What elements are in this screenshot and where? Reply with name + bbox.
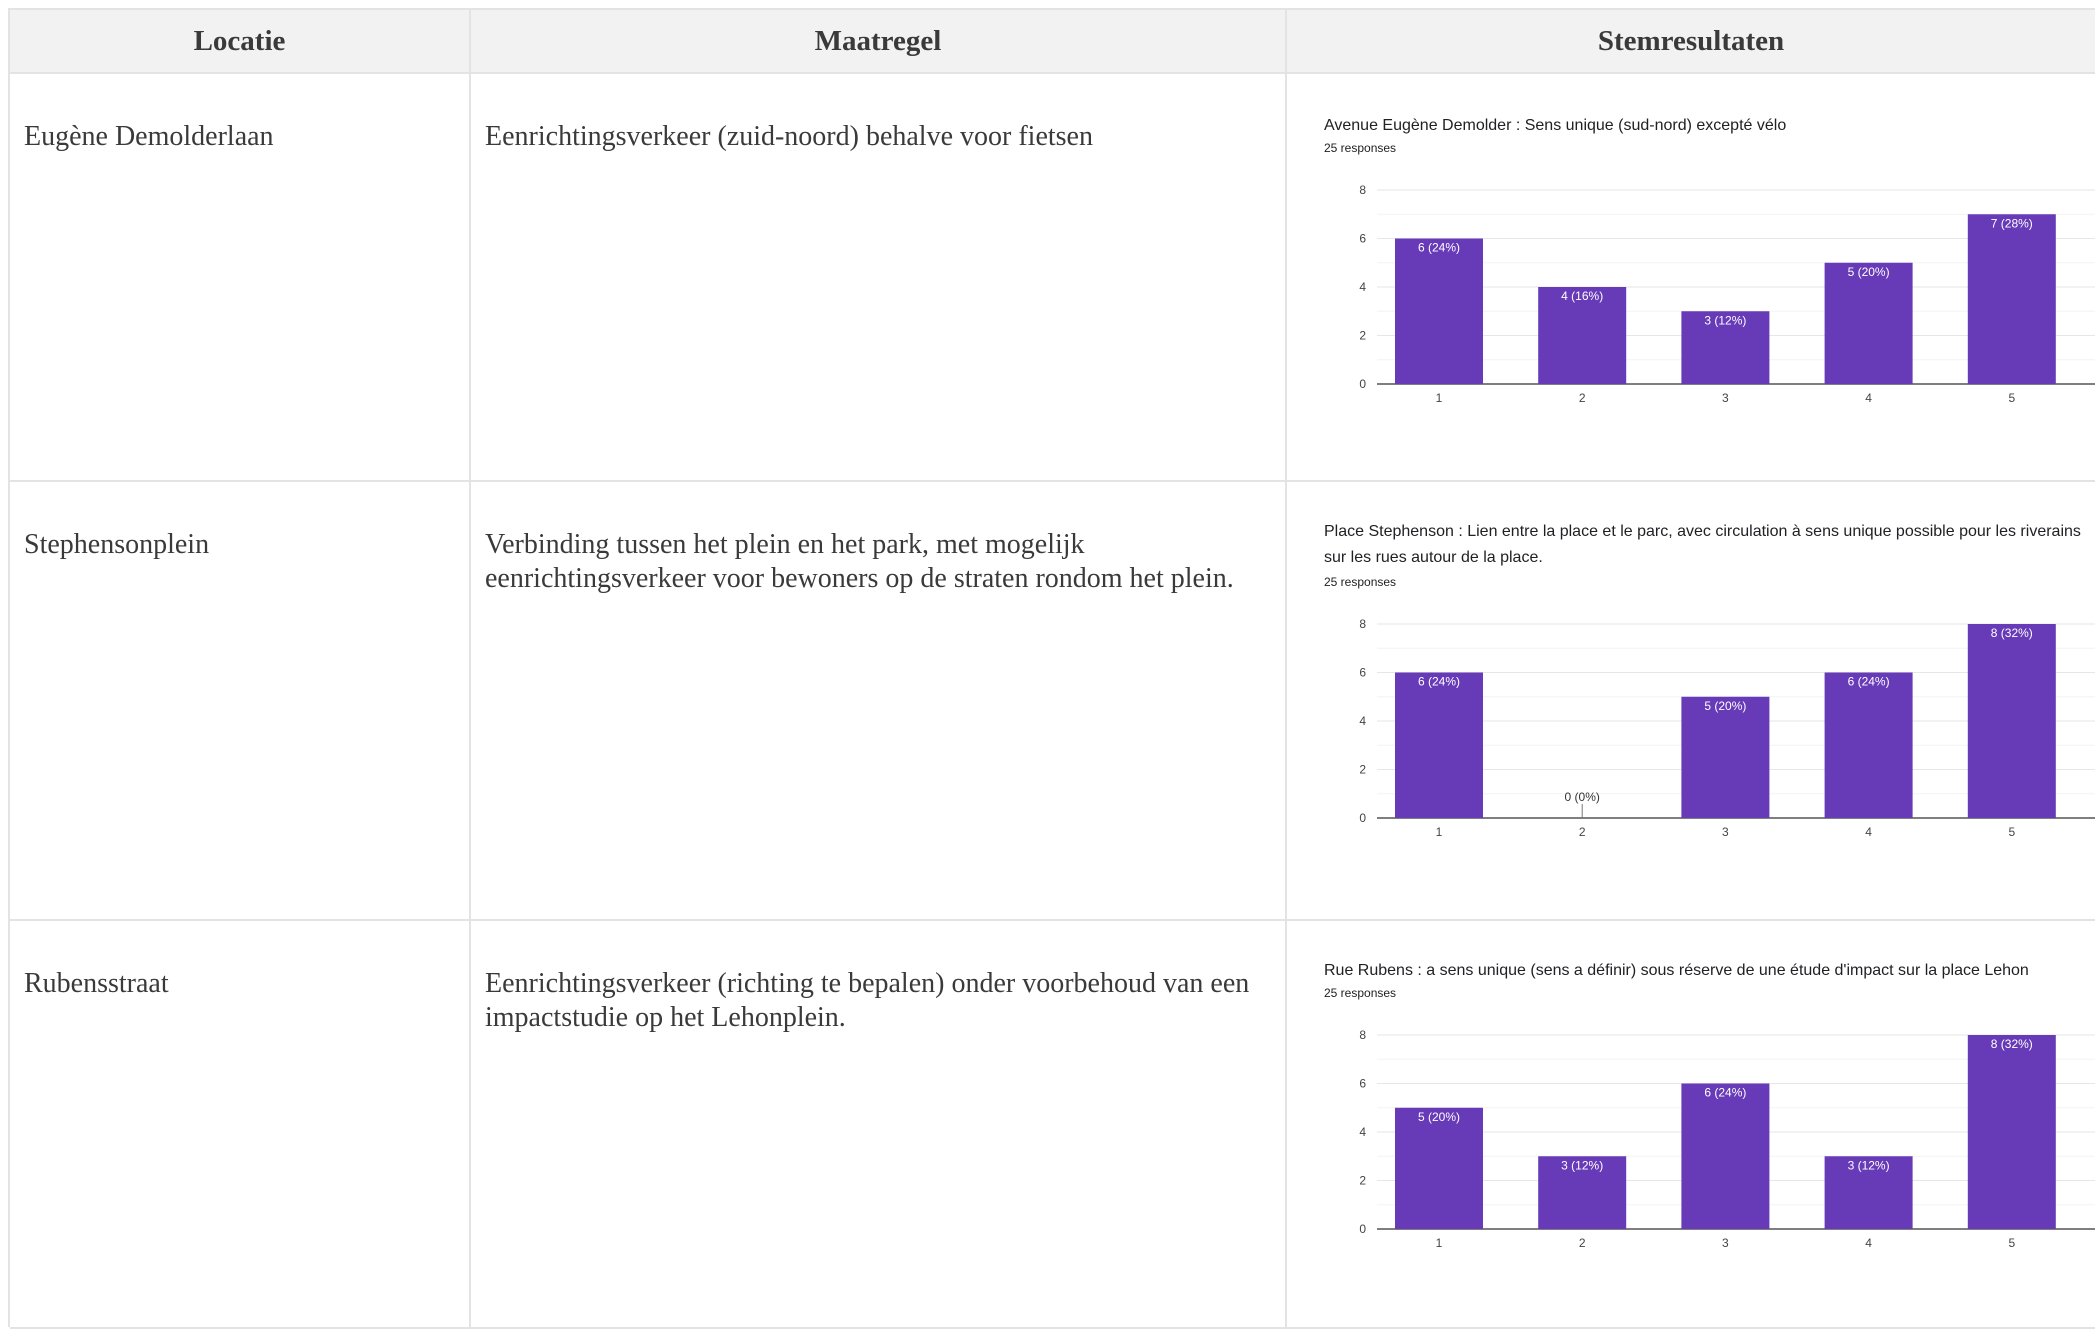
row-3-locatie: Rubensstraat xyxy=(10,921,471,1329)
bar-value-label: 5 (20%) xyxy=(1704,699,1746,713)
bar-chart: 0 2 4 6 8 5 (20%) 1 3 (12%) 2 6 (24%) 3 3 (12%) 4 8 (… xyxy=(1359,1028,2095,1250)
bar xyxy=(1395,1107,1483,1229)
bar-value-label: 4 (16%) xyxy=(1561,289,1603,303)
y-tick-label: 4 xyxy=(1359,280,1366,294)
bar-value-label: 6 (24%) xyxy=(1418,675,1460,689)
x-tick-label: 3 xyxy=(1722,825,1729,839)
x-tick-label: 5 xyxy=(2008,391,2015,405)
bar xyxy=(1824,672,1913,818)
bar-value-label: 6 (24%) xyxy=(1704,1086,1746,1100)
bar xyxy=(1395,238,1483,384)
chart-responses: 25 responses xyxy=(1324,141,1397,155)
bar-chart: 0 2 4 6 8 6 (24%) 1 0 (0%) 2 5 (20%) 3 6 (24%) 4 8 (3… xyxy=(1359,617,2095,839)
y-tick-label: 2 xyxy=(1359,329,1366,343)
bar xyxy=(1967,624,2056,818)
x-tick-label: 2 xyxy=(1579,1236,1586,1250)
bar xyxy=(1681,1083,1770,1229)
bar xyxy=(1967,1035,2056,1229)
bar-value-label: 6 (24%) xyxy=(1848,675,1890,689)
row-2-chart: Place Stephenson : Lien entre la place e… xyxy=(1287,482,2095,921)
x-tick-label: 3 xyxy=(1722,391,1729,405)
bar xyxy=(1395,672,1483,818)
bar-value-label: 0 (0%) xyxy=(1565,790,1600,804)
x-tick-label: 4 xyxy=(1865,825,1872,839)
y-tick-label: 8 xyxy=(1359,617,1366,631)
row-1-locatie: Eugène Demolderlaan xyxy=(10,74,471,482)
y-tick-label: 0 xyxy=(1359,811,1366,825)
x-tick-label: 2 xyxy=(1579,391,1586,405)
y-tick-label: 4 xyxy=(1359,1125,1366,1139)
y-tick-label: 6 xyxy=(1359,1077,1366,1091)
y-tick-label: 2 xyxy=(1359,1174,1366,1188)
bar-value-label: 5 (20%) xyxy=(1848,265,1890,279)
bar-value-label: 8 (32%) xyxy=(1991,626,2033,640)
x-tick-label: 5 xyxy=(2008,1236,2015,1250)
row-1-chart: Avenue Eugène Demolder : Sens unique (su… xyxy=(1287,74,2095,482)
bar xyxy=(1967,214,2056,384)
y-tick-label: 6 xyxy=(1359,666,1366,680)
y-tick-label: 4 xyxy=(1359,714,1366,728)
y-tick-label: 8 xyxy=(1359,183,1366,197)
chart-responses: 25 responses xyxy=(1324,986,1397,1000)
bar-value-label: 3 (12%) xyxy=(1704,313,1746,327)
x-tick-label: 1 xyxy=(1436,1236,1443,1250)
y-tick-label: 6 xyxy=(1359,232,1366,246)
bar-value-label: 3 (12%) xyxy=(1561,1158,1603,1172)
y-tick-label: 0 xyxy=(1359,1222,1366,1236)
x-tick-label: 4 xyxy=(1865,1236,1872,1250)
bar xyxy=(1681,696,1770,818)
bar-chart: 0 2 4 6 8 6 (24%) 1 4 (16%) 2 3 (12%) 3 5 (20%) 4 7 (… xyxy=(1359,183,2095,405)
chart-title: Avenue Eugène Demolder : Sens unique (su… xyxy=(1324,117,1787,134)
x-tick-label: 3 xyxy=(1722,1236,1729,1250)
y-tick-label: 2 xyxy=(1359,763,1366,777)
bar-value-label: 6 (24%) xyxy=(1418,241,1460,255)
header-stemresultaten: Stemresultaten xyxy=(1287,10,2095,74)
x-tick-label: 2 xyxy=(1579,825,1586,839)
y-tick-label: 8 xyxy=(1359,1028,1366,1042)
x-tick-label: 1 xyxy=(1436,825,1443,839)
bar-value-label: 3 (12%) xyxy=(1848,1158,1890,1172)
results-table: Locatie Maatregel Stemresultaten Eugène … xyxy=(8,8,2095,1329)
header-locatie: Locatie xyxy=(10,10,471,74)
y-tick-label: 0 xyxy=(1359,377,1366,391)
bar xyxy=(1824,262,1913,384)
bar-value-label: 5 (20%) xyxy=(1418,1110,1460,1124)
x-tick-label: 4 xyxy=(1865,391,1872,405)
header-maatregel: Maatregel xyxy=(471,10,1287,74)
chart-title: Rue Rubens : a sens unique (sens a défin… xyxy=(1324,962,2029,979)
chart-title: Place Stephenson : Lien entre la place e… xyxy=(1324,523,2081,566)
row-3-maatregel: Eenrichtingsverkeer (richting te bepalen… xyxy=(471,921,1287,1329)
bar-value-label: 7 (28%) xyxy=(1991,216,2033,230)
row-3-chart: Rue Rubens : a sens unique (sens a défin… xyxy=(1287,921,2095,1329)
chart-responses: 25 responses xyxy=(1324,575,1397,589)
row-2-maatregel: Verbinding tussen het plein en het park,… xyxy=(471,482,1287,921)
row-1-maatregel: Eenrichtingsverkeer (zuid-noord) behalve… xyxy=(471,74,1287,482)
row-2-locatie: Stephensonplein xyxy=(10,482,471,921)
x-tick-label: 5 xyxy=(2008,825,2015,839)
x-tick-label: 1 xyxy=(1436,391,1443,405)
bar-value-label: 8 (32%) xyxy=(1991,1037,2033,1051)
